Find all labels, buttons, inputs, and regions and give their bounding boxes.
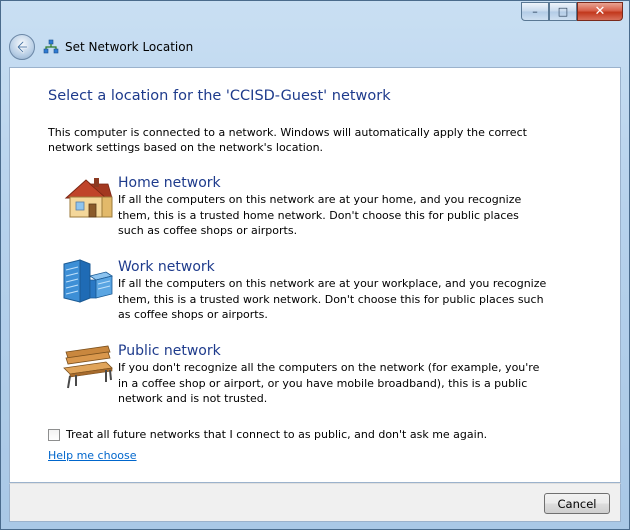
public-network-text: Public network If you don't recognize al… [118,342,548,407]
network-icon [43,39,59,54]
back-arrow-icon [16,40,29,54]
page-title: Select a location for the 'CCISD-Guest' … [48,88,391,104]
work-network-option[interactable]: Work network If all the computers on thi… [60,258,560,323]
park-bench-icon [63,345,113,389]
intro-text: This computer is connected to a network.… [48,126,527,154]
treat-public-checkbox-row[interactable]: Treat all future networks that I connect… [48,428,487,441]
nav-bar: Set Network Location [9,31,193,63]
house-icon [64,178,113,218]
window-title-text: Set Network Location [65,40,194,54]
maximize-button[interactable]: □ [549,2,577,21]
home-network-title[interactable]: Home network [118,174,548,192]
public-network-description: If you don't recognize all the computers… [118,361,540,405]
treat-public-checkbox[interactable] [48,428,60,441]
public-network-option[interactable]: Public network If you don't recognize al… [60,342,560,407]
help-me-choose-link[interactable]: Help me choose [48,449,137,462]
caption-buttons: – □ ✕ [521,2,623,22]
maximize-icon: □ [557,5,569,18]
treat-public-label[interactable]: Treat all future networks that I connect… [66,428,487,441]
home-network-text: Home network If all the computers on thi… [118,174,548,239]
public-network-title[interactable]: Public network [118,342,548,360]
minimize-button[interactable]: – [521,2,549,21]
cancel-button[interactable]: Cancel [544,493,610,514]
work-network-text: Work network If all the computers on thi… [118,258,548,323]
close-icon: ✕ [594,4,606,19]
footer-bar: Cancel [9,483,621,522]
window-title: Set Network Location [43,39,193,55]
home-network-description: If all the computers on this network are… [118,193,522,237]
dialog-window: – □ ✕ Set Network Location Select a loca… [0,0,630,530]
work-network-title[interactable]: Work network [118,258,548,276]
minimize-icon: – [532,5,538,18]
back-button[interactable] [9,34,35,60]
work-network-description: If all the computers on this network are… [118,277,547,321]
content-panel: Select a location for the 'CCISD-Guest' … [9,67,621,483]
close-button[interactable]: ✕ [577,2,623,21]
title-bar[interactable]: – □ ✕ [1,1,629,29]
home-network-option[interactable]: Home network If all the computers on thi… [60,174,560,239]
office-building-icon [63,259,113,303]
